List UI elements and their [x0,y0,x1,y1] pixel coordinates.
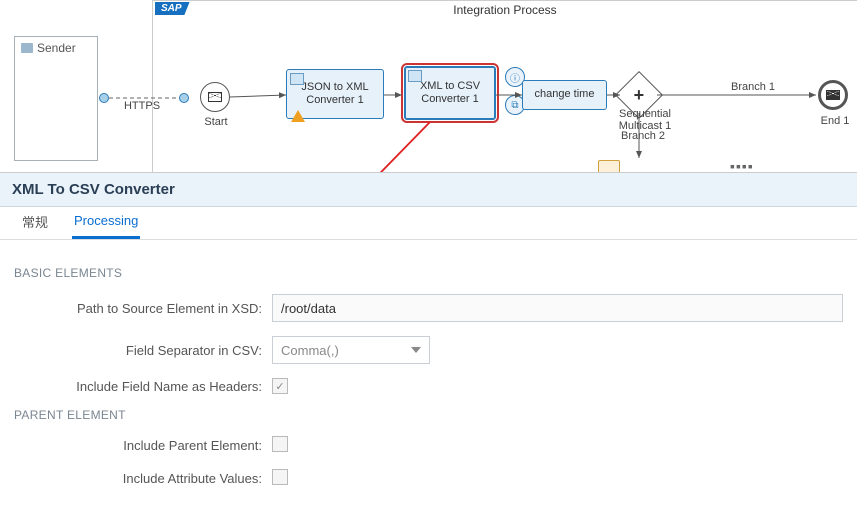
field-separator-label: Field Separator in CSV: [14,343,272,358]
gateway-sequential-multicast[interactable]: + [622,78,656,112]
plus-icon: + [634,84,645,105]
section-parent-element: PARENT ELEMENT [14,408,843,422]
chevron-down-icon [411,347,421,353]
start-event[interactable] [200,82,230,112]
tab-processing[interactable]: Processing [72,205,140,239]
connector-label: HTTPS [117,100,167,112]
task-label: change time [535,88,595,101]
sender-label: Sender [37,41,76,55]
branch1-label: Branch 1 [718,81,788,93]
include-parent-checkbox[interactable] [272,436,288,452]
process-canvas: Sender SAP Integration Process Start JSO… [0,0,857,175]
xsd-path-input[interactable] [272,294,843,322]
check-icon: ✓ [275,380,284,393]
sender-icon [21,43,33,53]
message-end-icon [826,90,840,100]
include-headers-checkbox[interactable]: ✓ [272,378,288,394]
include-parent-label: Include Parent Element: [14,438,272,453]
panel-title: XML To CSV Converter [0,173,857,207]
converter-icon [290,73,304,85]
task-label: XML to CSV Converter 1 [420,80,480,106]
include-headers-label: Include Field Name as Headers: [14,379,272,394]
start-label: Start [186,116,246,128]
gateway-label-1: Sequential [610,108,680,120]
warning-icon [291,110,305,122]
branch2-label: Branch 2 [613,130,673,142]
section-basic-elements: BASIC ELEMENTS [14,266,843,280]
message-start-icon [208,92,222,102]
tab-bar: 常规 Processing [0,207,857,240]
include-attr-checkbox[interactable] [272,469,288,485]
properties-panel: XML To CSV Converter 常规 Processing BASIC… [0,172,857,500]
field-separator-value: Comma(,) [281,343,339,358]
task-json-to-xml[interactable]: JSON to XML Converter 1 [286,69,384,119]
field-separator-select[interactable]: Comma(,) [272,336,430,364]
end-event[interactable] [818,80,848,110]
include-attr-label: Include Attribute Values: [14,471,272,486]
pool-port-icon [179,93,189,103]
end-label: End 1 [805,115,857,127]
task-xml-to-csv[interactable]: XML to CSV Converter 1 [404,66,496,120]
pool-title: Integration Process [153,1,857,19]
xsd-path-label: Path to Source Element in XSD: [14,301,272,316]
tab-general[interactable]: 常规 [20,204,50,239]
task-change-time[interactable]: change time [522,80,607,110]
task-label: JSON to XML Converter 1 [301,81,368,107]
converter-icon [408,70,422,82]
sender-port-icon [99,93,109,103]
participant-sender[interactable]: Sender [14,36,98,161]
